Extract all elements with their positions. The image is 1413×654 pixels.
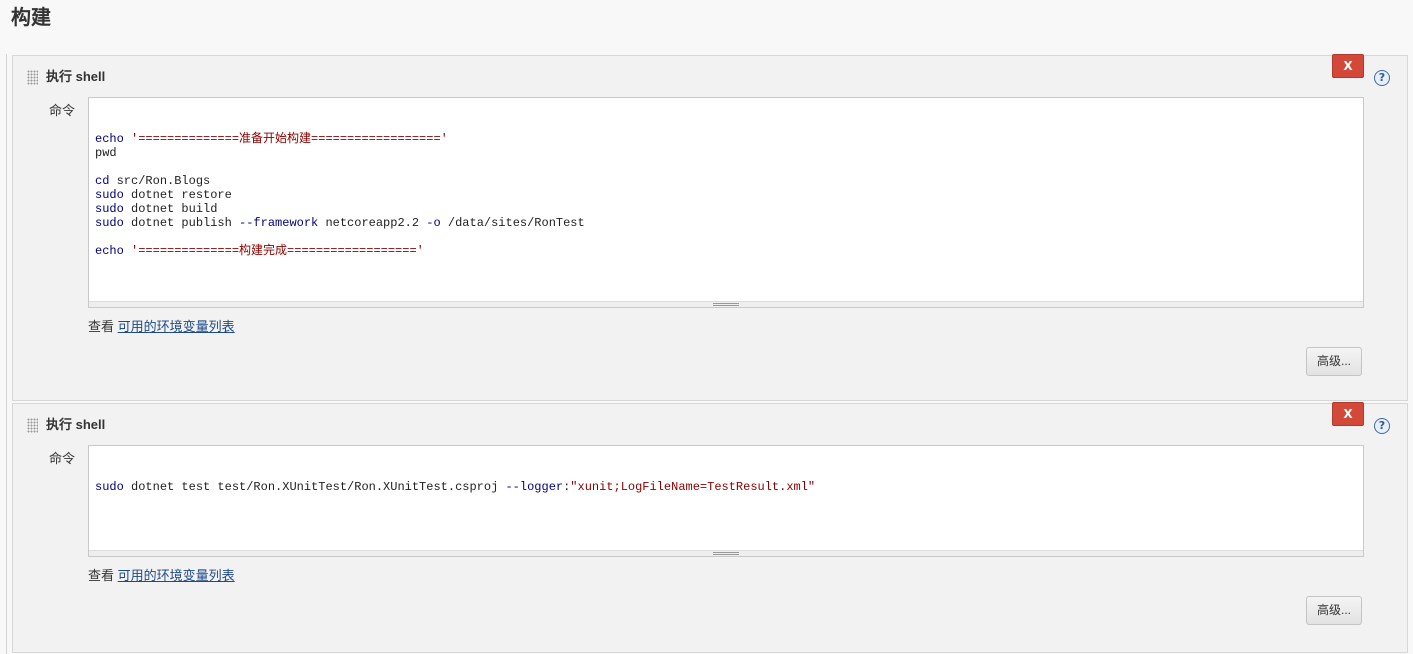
code-line: echo '==============构建完成================… (95, 244, 1357, 258)
env-vars-prefix: 查看 (88, 568, 115, 583)
code-line: sudo dotnet test test/Ron.XUnitTest/Ron.… (95, 480, 1357, 494)
code-token: -o (426, 216, 441, 230)
code-token: sudo (95, 202, 124, 216)
code-line: pwd (95, 146, 1357, 160)
help-icon[interactable]: ? (1374, 70, 1390, 86)
code-token: ' (440, 132, 448, 146)
drag-handle-icon[interactable] (27, 418, 38, 433)
env-vars-link[interactable]: 可用的环境变量列表 (118, 319, 235, 334)
code-token: --logger (505, 480, 564, 494)
code-token: --framework (239, 216, 319, 230)
code-token: sudo (95, 188, 124, 202)
command-textarea[interactable]: sudo dotnet test test/Ron.XUnitTest/Ron.… (88, 445, 1364, 557)
code-token: sudo (95, 216, 124, 230)
command-code: sudo dotnet test test/Ron.XUnitTest/Ron.… (95, 480, 1357, 494)
code-token: sudo (95, 480, 124, 494)
command-label: 命令 (49, 451, 76, 466)
advanced-button[interactable]: 高级... (1306, 596, 1362, 625)
code-token: dotnet build (123, 202, 218, 216)
code-token: ==============准备开始构建================== (138, 132, 441, 146)
delete-step-button[interactable]: X (1332, 54, 1364, 78)
code-line: cd src/Ron.Blogs (95, 174, 1357, 188)
help-icon[interactable]: ? (1374, 418, 1390, 434)
delete-step-button[interactable]: X (1332, 402, 1364, 426)
env-vars-row: 查看 可用的环境变量列表 (88, 319, 235, 335)
code-token: ==============构建完成================== (138, 244, 417, 258)
code-token: echo (95, 244, 124, 258)
code-token: netcoreapp2.2 (318, 216, 427, 230)
advanced-button[interactable]: 高级... (1306, 347, 1362, 376)
code-token: ' (123, 132, 139, 146)
code-line: echo '==============准备开始构建==============… (95, 132, 1357, 146)
code-token: dotnet restore (123, 188, 232, 202)
code-token: src/Ron.Blogs (109, 174, 211, 188)
step-title: 执行 shell (46, 69, 106, 84)
resize-grip-icon (713, 303, 739, 306)
command-label: 命令 (49, 103, 76, 118)
code-token: pwd (95, 146, 117, 160)
code-line: sudo dotnet restore (95, 188, 1357, 202)
step-title: 执行 shell (46, 417, 106, 432)
code-token: dotnet test test/Ron.XUnitTest/Ron.XUnit… (123, 480, 506, 494)
build-step-shell-1: 执行 shell X ? 命令 echo '==============准备开始… (12, 54, 1408, 401)
code-token: dotnet publish (123, 216, 240, 230)
textarea-resize-handle[interactable] (89, 301, 1363, 307)
textarea-resize-handle[interactable] (89, 550, 1363, 556)
build-step-shell-2: 执行 shell X ? 命令 sudo dotnet test test/Ro… (12, 402, 1408, 653)
env-vars-prefix: 查看 (88, 319, 115, 334)
code-line: sudo dotnet build (95, 202, 1357, 216)
env-vars-link[interactable]: 可用的环境变量列表 (118, 568, 235, 583)
code-token: ' (416, 244, 424, 258)
drag-handle-icon[interactable] (27, 70, 38, 85)
code-line: sudo dotnet publish --framework netcorea… (95, 216, 1357, 230)
code-token: /data/sites/RonTest (440, 216, 585, 230)
env-vars-row: 查看 可用的环境变量列表 (88, 568, 235, 584)
code-token: "xunit;LogFileName=TestResult.xml" (570, 480, 816, 494)
command-code: echo '==============准备开始构建==============… (95, 132, 1357, 258)
page-title: 构建 (11, 7, 51, 29)
resize-grip-icon (713, 552, 739, 555)
code-token: echo (95, 132, 124, 146)
command-textarea[interactable]: echo '==============准备开始构建==============… (88, 97, 1364, 308)
code-token: ' (123, 244, 139, 258)
code-token: cd (95, 174, 110, 188)
